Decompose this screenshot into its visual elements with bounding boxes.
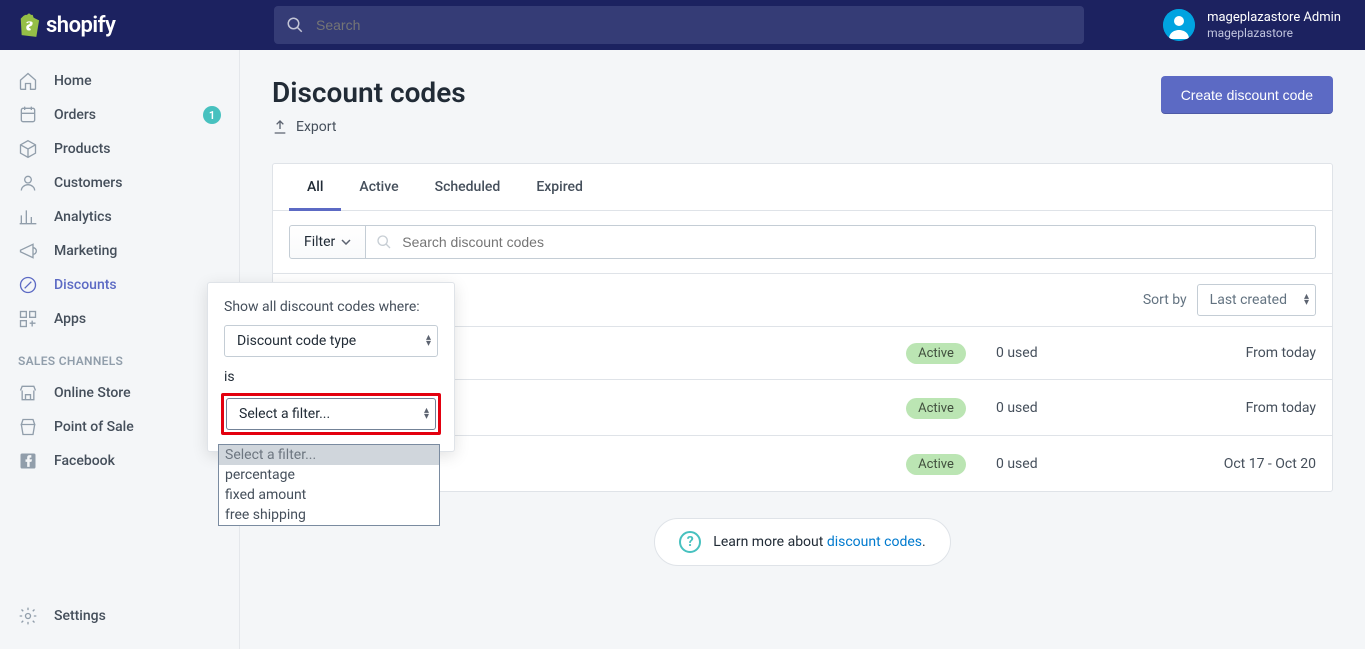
- home-icon: [18, 71, 38, 91]
- nav-label: Orders: [54, 107, 96, 123]
- select-caret-icon: ▴▾: [424, 408, 427, 420]
- tab-all[interactable]: All: [289, 164, 341, 211]
- date-range: Oct 17 - Oct 20: [1156, 456, 1316, 472]
- dropdown-option[interactable]: free shipping: [219, 505, 439, 525]
- sidebar-item-online-store[interactable]: Online Store: [0, 376, 239, 410]
- products-icon: [18, 139, 38, 159]
- sidebar-section-header: SALES CHANNELS: [0, 336, 239, 376]
- sidebar-item-analytics[interactable]: Analytics: [0, 200, 239, 234]
- nav-label: Settings: [54, 608, 106, 624]
- facebook-icon: [18, 451, 38, 471]
- dropdown-option[interactable]: Select a filter...: [219, 445, 439, 465]
- avatar: [1163, 9, 1195, 41]
- shopify-wordmark: shopify: [46, 13, 115, 38]
- sidebar-item-pos[interactable]: Point of Sale: [0, 410, 239, 444]
- filter-value-select[interactable]: Select a filter... ▴▾: [226, 398, 436, 430]
- learn-prefix: Learn more about: [713, 534, 827, 550]
- page-title: Discount codes: [272, 76, 466, 109]
- marketing-icon: [18, 241, 38, 261]
- tab-expired[interactable]: Expired: [518, 164, 601, 210]
- pos-icon: [18, 417, 38, 437]
- export-label: Export: [296, 119, 336, 135]
- filter-label: Filter: [304, 234, 335, 250]
- user-name: mageplazastore Admin: [1207, 10, 1341, 26]
- search-icon: [376, 234, 392, 250]
- search-icon: [286, 16, 304, 34]
- filter-button[interactable]: Filter: [289, 225, 366, 259]
- shopify-bag-icon: [18, 13, 40, 37]
- global-search[interactable]: [274, 6, 1084, 44]
- online-store-icon: [18, 383, 38, 403]
- sort-value: Last created: [1210, 292, 1287, 308]
- nav-label: Facebook: [54, 453, 115, 469]
- nav-label: Analytics: [54, 209, 112, 225]
- nav-label: Point of Sale: [54, 419, 134, 435]
- select-caret-icon: ▴▾: [426, 335, 429, 347]
- sidebar-item-products[interactable]: Products: [0, 132, 239, 166]
- sidebar-item-customers[interactable]: Customers: [0, 166, 239, 200]
- tab-scheduled[interactable]: Scheduled: [417, 164, 519, 210]
- nav-label: Home: [54, 73, 92, 89]
- status-badge: Active: [906, 343, 966, 364]
- discounts-icon: [18, 275, 38, 295]
- shopify-logo[interactable]: shopify: [0, 13, 240, 38]
- orders-icon: [18, 105, 38, 125]
- top-bar: shopify mageplazastore Admin mageplazast…: [0, 0, 1365, 50]
- filter-value-dropdown: Select a filter... percentage fixed amou…: [218, 444, 440, 526]
- learn-more-callout: ? Learn more about discount codes.: [654, 518, 950, 566]
- nav-label: Products: [54, 141, 111, 157]
- sort-select[interactable]: Last created ▴▾: [1197, 284, 1316, 316]
- tabs: All Active Scheduled Expired: [273, 164, 1332, 211]
- nav-label: Discounts: [54, 277, 117, 293]
- tab-active[interactable]: Active: [341, 164, 416, 210]
- nav-label: Customers: [54, 175, 122, 191]
- status-badge: Active: [906, 398, 966, 419]
- apps-icon: [18, 309, 38, 329]
- used-count: 0 used: [996, 456, 1156, 472]
- filter-popover-title: Show all discount codes where:: [224, 299, 438, 315]
- used-count: 0 used: [996, 345, 1156, 361]
- date-range: From today: [1156, 345, 1316, 361]
- filter-value-highlight: Select a filter... ▴▾: [221, 393, 441, 435]
- help-icon: ?: [679, 531, 701, 553]
- export-icon: [272, 119, 288, 135]
- is-label: is: [224, 369, 438, 385]
- sidebar-item-settings[interactable]: Settings: [0, 599, 239, 633]
- dropdown-option[interactable]: fixed amount: [219, 485, 439, 505]
- sidebar: Home Orders 1 Products Customers Analyti…: [0, 50, 240, 649]
- sidebar-item-home[interactable]: Home: [0, 64, 239, 98]
- sort-label: Sort by: [1143, 292, 1187, 308]
- create-discount-button[interactable]: Create discount code: [1161, 76, 1333, 114]
- analytics-icon: [18, 207, 38, 227]
- user-menu[interactable]: mageplazastore Admin mageplazastore: [1147, 9, 1365, 41]
- date-range: From today: [1156, 400, 1316, 416]
- sidebar-item-marketing[interactable]: Marketing: [0, 234, 239, 268]
- filter-field-select[interactable]: Discount code type ▴▾: [224, 325, 438, 357]
- used-count: 0 used: [996, 400, 1156, 416]
- learn-suffix: .: [922, 534, 926, 550]
- search-discount-input[interactable]: [400, 233, 1305, 251]
- search-discount-codes[interactable]: [366, 225, 1316, 259]
- sidebar-item-discounts[interactable]: Discounts: [0, 268, 239, 302]
- nav-label: Apps: [54, 311, 86, 327]
- sidebar-item-orders[interactable]: Orders 1: [0, 98, 239, 132]
- sort-caret-icon: ▴▾: [1304, 294, 1307, 306]
- orders-badge: 1: [203, 106, 221, 124]
- export-button[interactable]: Export: [272, 119, 336, 135]
- dropdown-option[interactable]: percentage: [219, 465, 439, 485]
- status-badge: Active: [906, 454, 966, 475]
- chevron-down-icon: [341, 239, 351, 245]
- filter-popover: Show all discount codes where: Discount …: [207, 282, 455, 452]
- global-search-input[interactable]: [314, 16, 1072, 34]
- sidebar-item-apps[interactable]: Apps: [0, 302, 239, 336]
- gear-icon: [18, 606, 38, 626]
- sidebar-item-facebook[interactable]: Facebook: [0, 444, 239, 478]
- store-name: mageplazastore: [1207, 26, 1341, 40]
- customers-icon: [18, 173, 38, 193]
- learn-link[interactable]: discount codes: [827, 534, 922, 550]
- nav-label: Marketing: [54, 243, 117, 259]
- nav-label: Online Store: [54, 385, 131, 401]
